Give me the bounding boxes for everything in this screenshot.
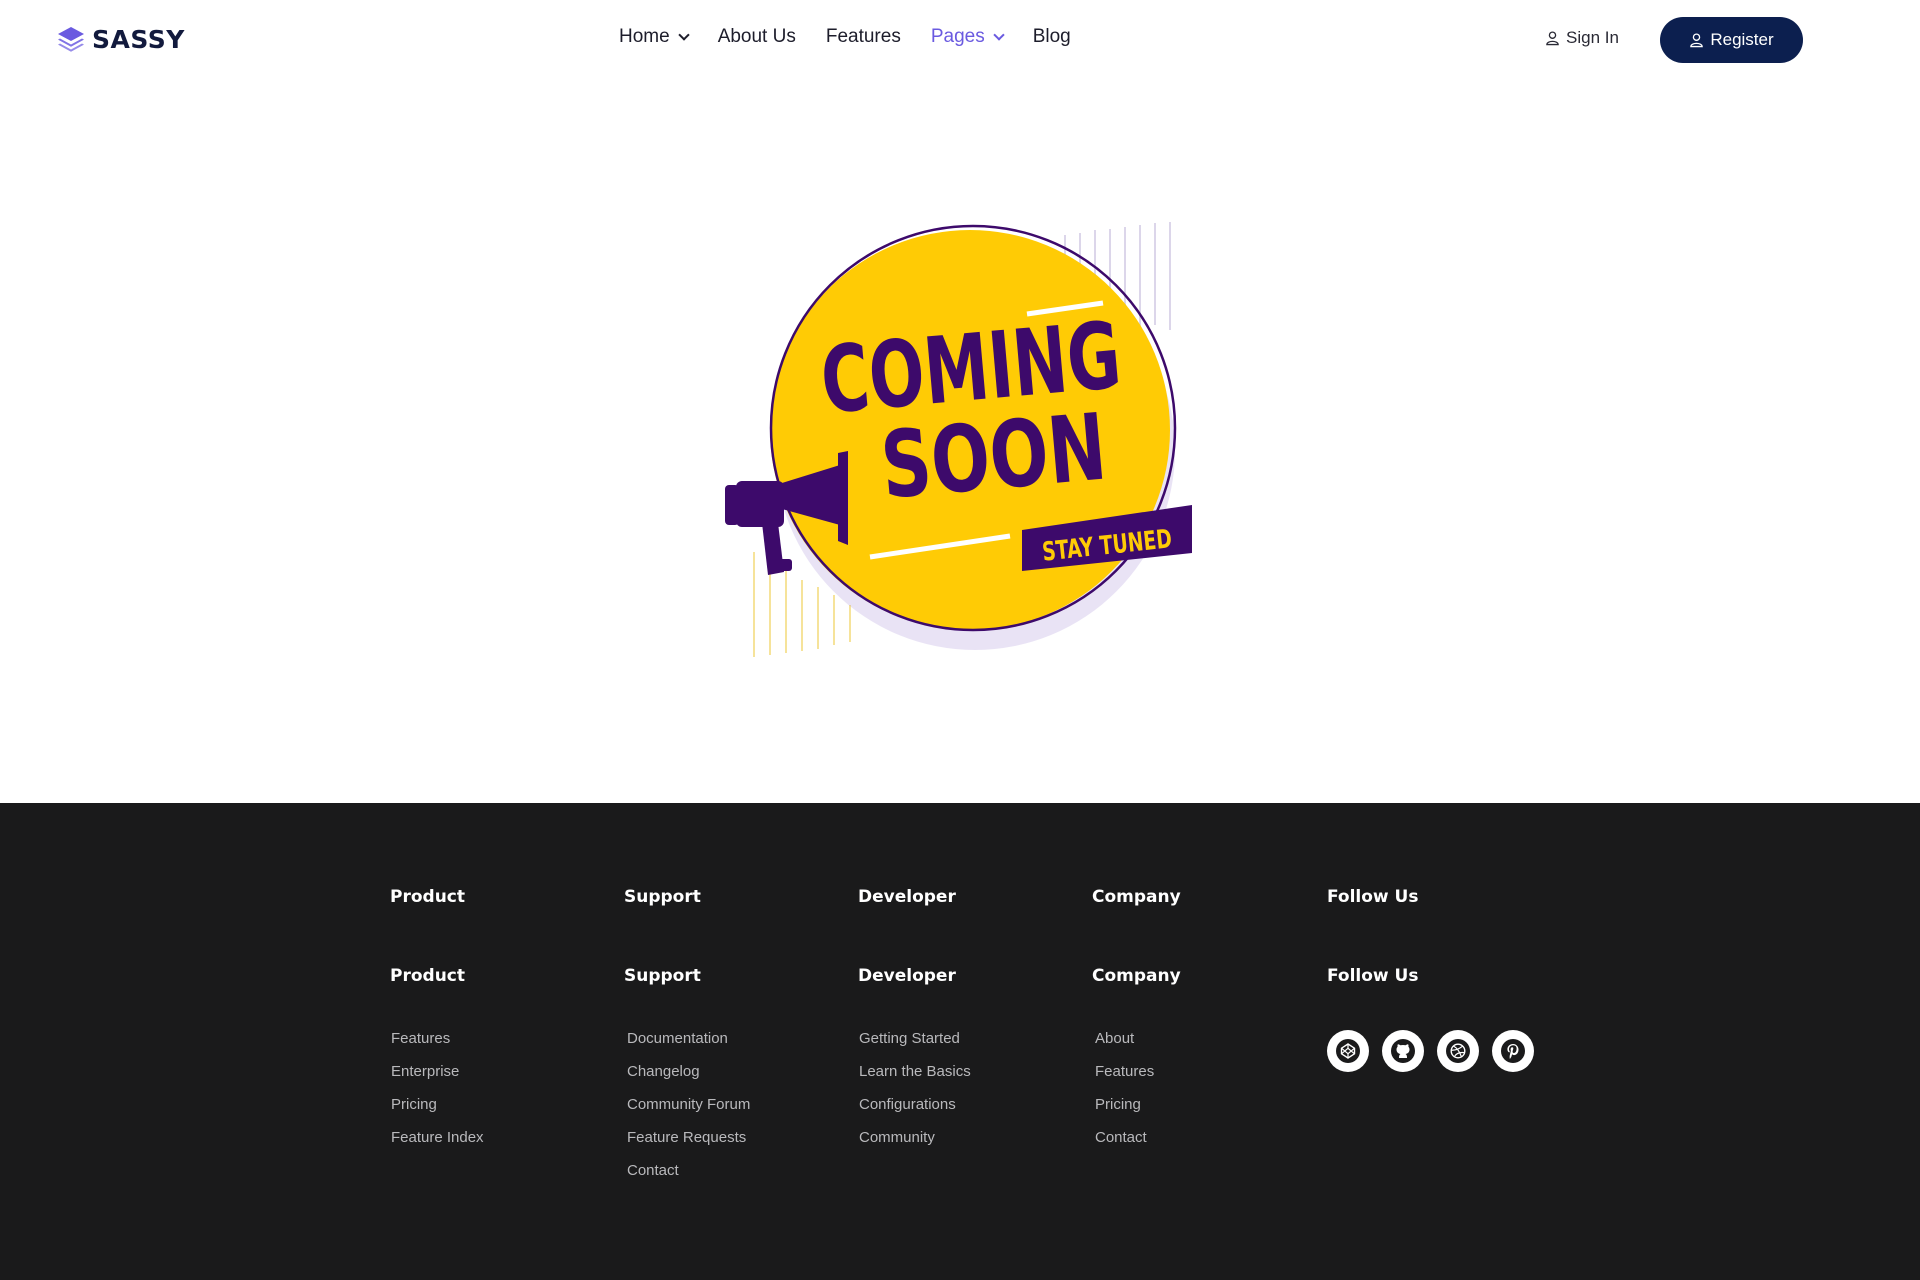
- pinterest-icon: [1501, 1039, 1525, 1063]
- footer-link[interactable]: Pricing: [391, 1096, 437, 1113]
- layers-icon: [58, 27, 84, 52]
- footer-column-heading: Product: [390, 966, 465, 986]
- user-icon: [1690, 33, 1704, 48]
- footer-link[interactable]: Documentation: [627, 1030, 728, 1047]
- footer-link[interactable]: Changelog: [627, 1063, 700, 1080]
- sign-in-link[interactable]: Sign In: [1545, 28, 1619, 48]
- footer-column-heading: Support: [624, 966, 701, 986]
- brand-name: SASSY: [92, 24, 185, 54]
- register-label: Register: [1710, 30, 1774, 49]
- logo[interactable]: SASSY: [56, 24, 185, 54]
- footer-heading: Developer: [858, 887, 956, 907]
- nav-item-about-us[interactable]: About Us: [718, 26, 796, 48]
- codepen-icon: [1336, 1039, 1360, 1063]
- nav-label: Features: [825, 26, 901, 47]
- nav-label: Home: [619, 26, 670, 47]
- footer-column-heading: Follow Us: [1327, 966, 1419, 986]
- footer-link[interactable]: Community: [859, 1129, 935, 1146]
- nav-label: About Us: [717, 26, 796, 47]
- site-header: SASSY Home About Us Features Pages Blog …: [0, 0, 1920, 78]
- nav-label: Pages: [930, 26, 985, 47]
- register-button[interactable]: Register: [1660, 17, 1803, 63]
- dribbble-link[interactable]: [1437, 1030, 1479, 1072]
- sign-in-label: Sign In: [1566, 28, 1619, 47]
- footer-column-heading: Company: [1092, 966, 1181, 986]
- pinterest-link[interactable]: [1492, 1030, 1534, 1072]
- footer-link[interactable]: About: [1095, 1030, 1134, 1047]
- nav-item-pages[interactable]: Pages: [930, 26, 1005, 48]
- main-nav: Home About Us Features Pages Blog: [619, 26, 1101, 48]
- footer-link[interactable]: Enterprise: [391, 1063, 459, 1080]
- footer-link[interactable]: Contact: [627, 1162, 679, 1179]
- footer-link[interactable]: Pricing: [1095, 1096, 1141, 1113]
- headline-line2: SOON: [877, 393, 1110, 519]
- footer-link[interactable]: Community Forum: [627, 1096, 750, 1113]
- nav-item-home[interactable]: Home: [619, 26, 690, 48]
- footer-column-heading: Developer: [858, 966, 956, 986]
- chevron-down-icon: [678, 29, 690, 41]
- footer-link[interactable]: Features: [1095, 1063, 1154, 1080]
- dribbble-icon: [1446, 1039, 1470, 1063]
- nav-label: Blog: [1032, 26, 1071, 47]
- chevron-down-icon: [993, 29, 1005, 41]
- user-icon: [1546, 31, 1559, 46]
- footer-heading: Support: [624, 887, 701, 907]
- nav-item-blog[interactable]: Blog: [1033, 26, 1071, 48]
- footer-link[interactable]: Feature Requests: [627, 1129, 746, 1146]
- codepen-link[interactable]: [1327, 1030, 1369, 1072]
- site-footer: Product Support Developer Company Follow…: [0, 803, 1920, 1280]
- footer-link[interactable]: Contact: [1095, 1129, 1147, 1146]
- github-link[interactable]: [1382, 1030, 1424, 1072]
- nav-item-features[interactable]: Features: [826, 26, 901, 48]
- footer-heading: Product: [390, 887, 465, 907]
- footer-link[interactable]: Learn the Basics: [859, 1063, 971, 1080]
- footer-link[interactable]: Getting Started: [859, 1030, 960, 1047]
- coming-soon-illustration: COMING SOON STAY TUNED: [720, 215, 1210, 675]
- github-icon: [1391, 1039, 1415, 1063]
- coming-soon-graphic: COMING SOON STAY TUNED: [725, 222, 1192, 657]
- social-links: [1327, 1030, 1534, 1072]
- footer-link[interactable]: Feature Index: [391, 1129, 484, 1146]
- footer-link[interactable]: Features: [391, 1030, 450, 1047]
- footer-heading: Follow Us: [1327, 887, 1419, 907]
- footer-link[interactable]: Configurations: [859, 1096, 956, 1113]
- footer-heading: Company: [1092, 887, 1181, 907]
